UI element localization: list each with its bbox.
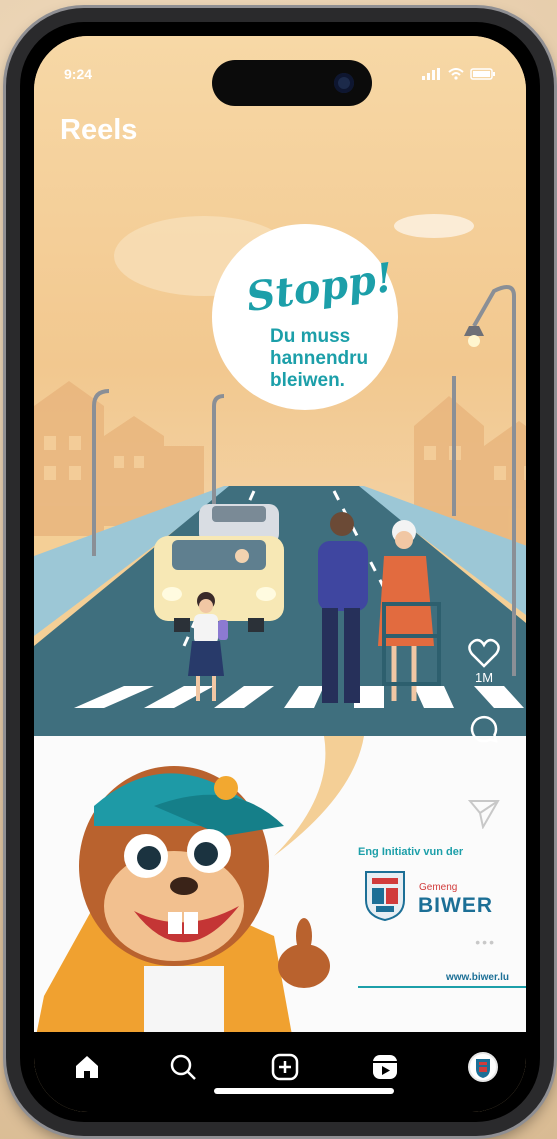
reel-screen[interactable]: 9:24 Reels Stopp! Du muss hannendru blei… [34, 36, 526, 1112]
battery-icon [470, 68, 495, 80]
website-link[interactable]: www.biwer.lu [446, 972, 509, 983]
home-indicator [214, 1088, 394, 1094]
more-icon[interactable]: ••• [475, 934, 496, 950]
poster-subline: Du muss hannendru bleiwen. [270, 326, 369, 391]
wifi-icon [448, 68, 464, 80]
page-title: Reels [60, 114, 138, 146]
bottom-nav [34, 1032, 526, 1112]
comment-icon[interactable] [468, 713, 500, 745]
signal-icon [422, 68, 440, 80]
heart-icon[interactable] [468, 638, 500, 668]
dynamic-island [212, 60, 372, 106]
share-icon[interactable] [468, 799, 500, 829]
like-count: 1M [474, 670, 494, 685]
status-icons [422, 68, 496, 80]
org-small-label: Gemeng [419, 882, 458, 893]
reel-actions: 1M [464, 638, 504, 829]
phone-bezel: 9:24 Reels Stopp! Du muss hannendru blei… [20, 22, 540, 1122]
phone-frame: 9:24 Reels Stopp! Du muss hannendru blei… [6, 8, 554, 1136]
create-icon[interactable] [268, 1050, 302, 1084]
initiative-text: Eng Initiativ vun der [358, 846, 464, 858]
status-time: 9:24 [64, 66, 93, 82]
reels-icon[interactable] [368, 1050, 402, 1084]
biwer-crest-icon [365, 871, 405, 922]
website-divider [358, 986, 526, 988]
search-icon[interactable] [166, 1050, 200, 1084]
org-name: BIWER [418, 894, 493, 917]
home-icon[interactable] [70, 1050, 104, 1084]
camera-icon [334, 73, 354, 93]
profile-avatar[interactable] [466, 1050, 500, 1084]
